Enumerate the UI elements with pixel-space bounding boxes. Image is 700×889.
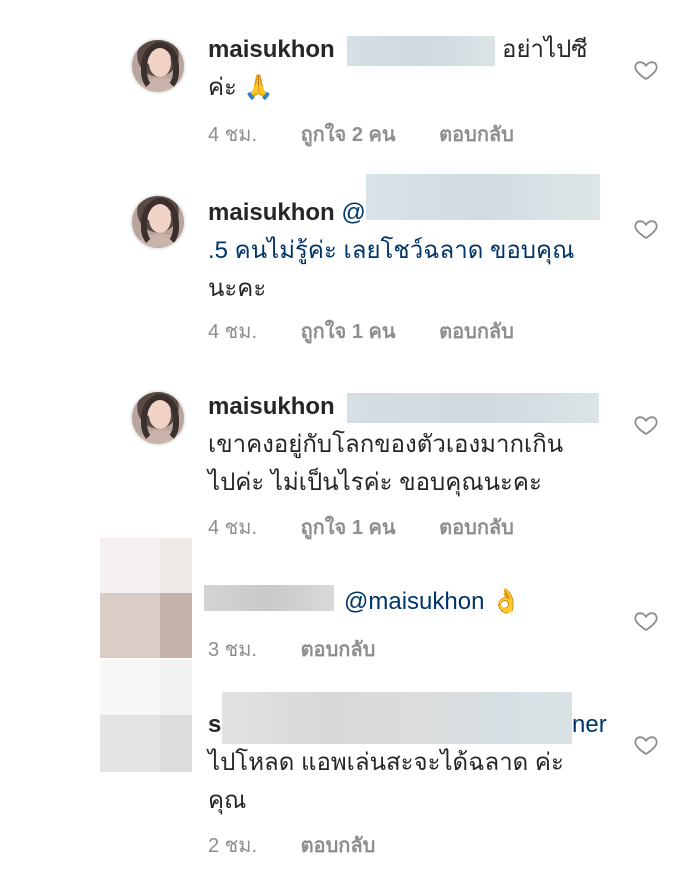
- reply-button[interactable]: ตอบกลับ: [439, 321, 514, 343]
- avatar[interactable]: [130, 390, 186, 446]
- avatar[interactable]: [130, 38, 186, 94]
- reply-button[interactable]: ตอบกลับ: [301, 639, 376, 661]
- comment-username[interactable]: maisukhon: [208, 393, 335, 420]
- avatar[interactable]: [100, 660, 192, 772]
- likes-count[interactable]: ถูกใจ 2 คน: [301, 124, 396, 146]
- avatar[interactable]: [100, 538, 192, 658]
- likes-count[interactable]: ถูกใจ 1 คน: [301, 517, 396, 539]
- heart-outline-icon[interactable]: [634, 58, 658, 82]
- comment-time: 2 ชม.: [208, 835, 257, 857]
- mention-link[interactable]: @maisukhon: [344, 588, 484, 615]
- comment-username[interactable]: maisukhon: [208, 199, 335, 226]
- comment-text: ไปโหลด แอพเล่นสะจะได้ฉลาด ค่ะ: [208, 749, 564, 776]
- comment-username[interactable]: maisukhon: [208, 36, 335, 63]
- redacted-username: [204, 585, 334, 611]
- heart-outline-icon[interactable]: [634, 217, 658, 241]
- comment-text: เขาคงอยู่กับโลกของตัวเองมากเกิน: [208, 431, 564, 458]
- ok-hand-emoji: 👌: [491, 588, 521, 615]
- reply-button[interactable]: ตอบกลับ: [439, 517, 514, 539]
- comment-text: ค่ะ 🙏: [208, 74, 274, 101]
- comment-text: .5 คนไม่รู้ค่ะ เลยโชว์ฉลาด ขอบคุณ: [208, 237, 575, 264]
- redacted-mention: [347, 392, 600, 423]
- heart-outline-icon[interactable]: [634, 733, 658, 757]
- mention-link[interactable]: @: [341, 199, 365, 226]
- reply-button[interactable]: ตอบกลับ: [301, 835, 376, 857]
- heart-outline-icon[interactable]: [634, 609, 658, 633]
- comment-text: ไปค่ะ ไม่เป็นไรค่ะ ขอบคุณนะคะ: [208, 469, 542, 496]
- reply-button[interactable]: ตอบกลับ: [439, 124, 514, 146]
- comment-time: 3 ชม.: [208, 639, 257, 661]
- comment-time: 4 ชม.: [208, 124, 257, 146]
- comment-text: คุณ: [208, 787, 247, 814]
- mention-link[interactable]: ner: [572, 706, 607, 744]
- comment-time: 4 ชม.: [208, 517, 257, 539]
- comment-text: อย่าไปซี: [502, 36, 588, 63]
- heart-outline-icon[interactable]: [634, 413, 658, 437]
- likes-count[interactable]: ถูกใจ 1 คน: [301, 321, 396, 343]
- avatar[interactable]: [130, 194, 186, 250]
- redacted-mention: [347, 35, 496, 66]
- comment-username[interactable]: s: [208, 711, 221, 738]
- comment-time: 4 ชม.: [208, 321, 257, 343]
- comment-text: นะคะ: [208, 275, 267, 302]
